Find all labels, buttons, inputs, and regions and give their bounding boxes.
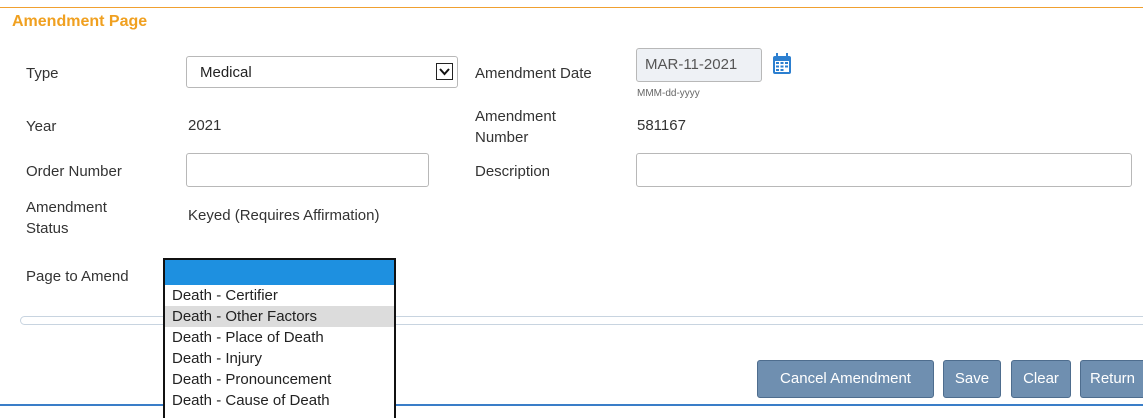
amendment-number-value: 581167: [637, 117, 686, 134]
page-title: Amendment Page: [12, 13, 148, 30]
calendar-icon[interactable]: [772, 53, 792, 75]
type-select-value: Medical: [200, 64, 252, 81]
page-option-pronouncement[interactable]: Death - Pronouncement: [165, 369, 394, 390]
amendment-date-field[interactable]: MAR-11-2021: [636, 48, 762, 82]
type-select[interactable]: Medical: [186, 56, 458, 88]
amendment-date-value: MAR-11-2021: [645, 56, 738, 73]
amendment-status-label-line1: Amendment: [26, 199, 107, 216]
amendment-status-value: Keyed (Requires Affirmation): [188, 207, 380, 224]
order-number-label: Order Number: [26, 163, 122, 180]
description-label: Description: [475, 163, 551, 180]
date-format-hint: MMM-dd-yyyy: [637, 88, 700, 99]
chevron-down-icon[interactable]: [436, 63, 453, 80]
page-option-blank[interactable]: [165, 260, 394, 285]
page-option-cause-of-death[interactable]: Death - Cause of Death: [165, 390, 394, 411]
year-label: Year: [26, 118, 57, 135]
top-divider: [0, 7, 1143, 8]
amendment-number-label-line1: Amendment: [475, 108, 556, 125]
save-button[interactable]: Save: [943, 360, 1001, 398]
cancel-amendment-button[interactable]: Cancel Amendment: [757, 360, 934, 398]
amendment-date-label: Amendment Date: [475, 65, 592, 82]
page-to-amend-listbox[interactable]: Death - Certifier Death - Other Factors …: [163, 258, 396, 418]
page-option-injury[interactable]: Death - Injury: [165, 348, 394, 369]
page-to-amend-label: Page to Amend: [26, 268, 129, 285]
order-number-input[interactable]: [186, 153, 429, 187]
amendment-status-label-line2: Status: [26, 220, 69, 237]
description-input[interactable]: [636, 153, 1132, 187]
clear-button[interactable]: Clear: [1011, 360, 1071, 398]
return-button[interactable]: Return: [1080, 360, 1143, 398]
page-option-other-factors[interactable]: Death - Other Factors: [165, 306, 394, 327]
amendment-number-label-line2: Number: [475, 129, 529, 146]
type-label: Type: [26, 65, 59, 82]
page-option-place-of-death[interactable]: Death - Place of Death: [165, 327, 394, 348]
year-value: 2021: [188, 117, 222, 134]
page-option-certifier[interactable]: Death - Certifier: [165, 285, 394, 306]
